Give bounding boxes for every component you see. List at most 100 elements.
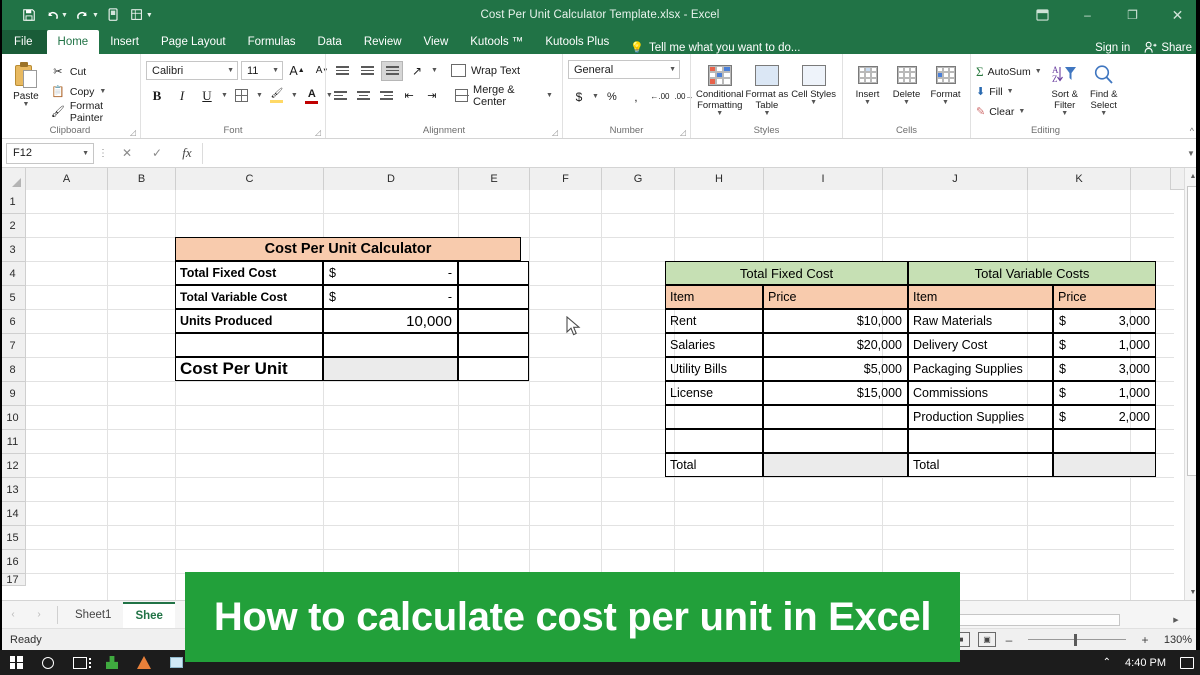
row-header-17[interactable]: 17 xyxy=(0,574,26,586)
number-dialog-launcher[interactable]: ◿ xyxy=(680,128,686,137)
fixed-col-header-price[interactable]: Price xyxy=(763,285,908,309)
undo-icon[interactable] xyxy=(41,4,63,26)
tab-kutools-plus[interactable]: Kutools Plus xyxy=(534,30,620,54)
wrap-text-button[interactable]: Wrap Text xyxy=(451,60,524,81)
redo-dropdown-caret[interactable]: ▼ xyxy=(92,12,99,19)
zoom-slider[interactable] xyxy=(1022,633,1132,647)
italic-button[interactable]: I xyxy=(171,85,193,106)
row-header-1[interactable]: 1 xyxy=(0,190,26,214)
calc-label-cost-per-unit[interactable]: Cost Per Unit xyxy=(175,357,323,381)
column-header-B[interactable]: B xyxy=(108,168,176,190)
column-header-I[interactable]: I xyxy=(764,168,883,190)
borders-button[interactable] xyxy=(231,85,253,106)
fill-color-dropdown-caret[interactable]: ▼ xyxy=(291,93,298,99)
fixed-price-utility-bills[interactable]: $5,000 xyxy=(763,357,908,381)
alignment-dialog-launcher[interactable]: ◿ xyxy=(552,128,558,137)
font-name-combo[interactable]: Calibri ▼ xyxy=(146,61,238,80)
tab-review[interactable]: Review xyxy=(353,30,413,54)
redo-icon[interactable] xyxy=(72,4,94,26)
next-sheet-button[interactable]: › xyxy=(26,609,52,620)
column-header-D[interactable]: D xyxy=(324,168,459,190)
format-as-table-caret[interactable]: ▼ xyxy=(763,111,770,117)
fixed-total-label[interactable]: Total xyxy=(665,453,763,477)
fixed-item-rent[interactable]: Rent xyxy=(665,309,763,333)
row-header-12[interactable]: 12 xyxy=(0,454,26,478)
column-header-C[interactable]: C xyxy=(176,168,324,190)
row-header-6[interactable]: 6 xyxy=(0,310,26,334)
cell-styles-caret[interactable]: ▼ xyxy=(810,100,817,106)
sort-filter-caret[interactable]: ▼ xyxy=(1061,111,1068,117)
borders-dropdown-caret[interactable]: ▼ xyxy=(256,93,263,99)
delete-cells-button[interactable]: Delete ▼ xyxy=(887,60,926,106)
variable-item-production-supplies[interactable]: Production Supplies xyxy=(908,405,1053,429)
fill-button[interactable]: ⬇ Fill ▼ xyxy=(976,82,1042,101)
clear-button[interactable]: ✎ Clear ▼ xyxy=(976,102,1042,121)
orientation-button[interactable]: ↗ xyxy=(406,60,428,81)
calc-spacer-e7[interactable] xyxy=(458,333,529,357)
enter-formula-button[interactable]: ✓ xyxy=(142,146,172,160)
row-header-16[interactable]: 16 xyxy=(0,550,26,574)
row-header-8[interactable]: 8 xyxy=(0,358,26,382)
tell-me-box[interactable]: 💡 Tell me what you want to do... xyxy=(630,41,800,54)
format-as-table-button[interactable]: Format as Table ▼ xyxy=(744,60,791,117)
cut-button[interactable]: ✂ Cut xyxy=(51,62,135,81)
delete-caret[interactable]: ▼ xyxy=(903,100,910,106)
merge-dropdown-caret[interactable]: ▼ xyxy=(546,93,553,99)
new-comment-icon[interactable] xyxy=(126,4,148,26)
calc-blank-e4[interactable] xyxy=(458,261,529,285)
row-header-15[interactable]: 15 xyxy=(0,526,26,550)
name-box[interactable]: F12 ▼ xyxy=(6,143,94,164)
fixed-price-blank-2[interactable] xyxy=(763,429,908,453)
conditional-formatting-caret[interactable]: ▼ xyxy=(716,111,723,117)
tab-insert[interactable]: Insert xyxy=(99,30,150,54)
increase-indent-button[interactable]: ⇥ xyxy=(422,85,442,106)
number-format-combo[interactable]: General ▼ xyxy=(568,60,680,79)
column-header-G[interactable]: G xyxy=(602,168,675,190)
fill-caret[interactable]: ▼ xyxy=(1007,89,1014,95)
variable-total-label[interactable]: Total xyxy=(908,453,1053,477)
row-header-5[interactable]: 5 xyxy=(0,286,26,310)
align-bottom-button[interactable] xyxy=(381,61,403,81)
zoom-in-button[interactable]: + xyxy=(1140,633,1150,647)
format-painter-button[interactable]: 🖌 Format Painter xyxy=(51,102,135,121)
calc-label-total-fixed-cost[interactable]: Total Fixed Cost xyxy=(175,261,323,285)
align-right-button[interactable] xyxy=(376,86,396,106)
task-view-icon[interactable] xyxy=(64,650,96,675)
insert-cells-button[interactable]: Insert ▼ xyxy=(848,60,887,106)
formula-bar-handle[interactable]: ⋮ xyxy=(94,148,112,159)
variable-item-packaging-supplies[interactable]: Packaging Supplies xyxy=(908,357,1053,381)
calc-spacer-d7[interactable] xyxy=(323,333,458,357)
row-header-3[interactable]: 3 xyxy=(0,238,26,262)
row-header-7[interactable]: 7 xyxy=(0,334,26,358)
align-top-button[interactable] xyxy=(331,61,353,81)
notification-icon[interactable] xyxy=(1180,657,1194,669)
column-header-A[interactable]: A xyxy=(26,168,108,190)
tab-kutools[interactable]: Kutools ™ xyxy=(459,30,534,54)
calc-label-units-produced[interactable]: Units Produced xyxy=(175,309,323,333)
row-header-11[interactable]: 11 xyxy=(0,430,26,454)
bold-button[interactable]: B xyxy=(146,85,168,106)
cell-area[interactable]: Cost Per Unit Calculator Total Fixed Cos… xyxy=(26,190,1174,600)
tab-formulas[interactable]: Formulas xyxy=(237,30,307,54)
fixed-item-license[interactable]: License xyxy=(665,381,763,405)
close-button[interactable]: ✕ xyxy=(1155,0,1200,30)
variable-item-blank[interactable] xyxy=(908,429,1053,453)
autosum-button[interactable]: Σ AutoSum ▼ xyxy=(976,62,1042,81)
formula-input[interactable] xyxy=(202,143,1182,164)
save-icon[interactable] xyxy=(18,4,40,26)
calc-value-units-produced[interactable]: 10,000 xyxy=(323,309,458,333)
calc-spacer-c7[interactable] xyxy=(175,333,323,357)
insert-function-button[interactable]: fx xyxy=(172,145,202,161)
merge-center-button[interactable]: Merge & Center ▼ xyxy=(455,85,557,106)
clipboard-dialog-launcher[interactable]: ◿ xyxy=(130,128,136,137)
sheet-tab-sheet2[interactable]: Shee xyxy=(123,602,175,628)
underline-button[interactable]: U xyxy=(196,85,218,106)
row-header-4[interactable]: 4 xyxy=(0,262,26,286)
conditional-formatting-button[interactable]: Conditional Formatting ▼ xyxy=(696,60,744,117)
scroll-right-arrow-icon[interactable]: ▶ xyxy=(1168,612,1184,628)
variable-price-blank[interactable] xyxy=(1053,429,1156,453)
font-dialog-launcher[interactable]: ◿ xyxy=(315,128,321,137)
variable-item-delivery-cost[interactable]: Delivery Cost xyxy=(908,333,1053,357)
taskbar-clock[interactable]: 4:40 PM xyxy=(1125,657,1166,669)
collapse-ribbon-button[interactable]: ^ xyxy=(1190,126,1194,136)
